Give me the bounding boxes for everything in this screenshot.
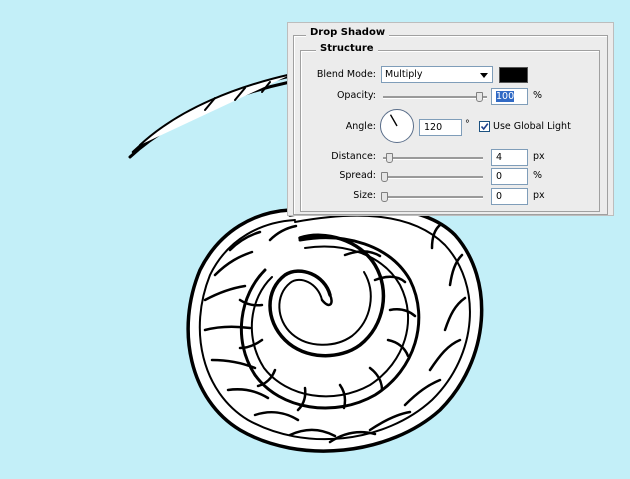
shadow-color-swatch[interactable]: [499, 67, 528, 83]
blend-mode-select[interactable]: Multiply: [381, 66, 493, 83]
structure-section-title: Structure: [316, 43, 378, 54]
angle-dial[interactable]: [380, 109, 414, 143]
blend-mode-label: Blend Mode:: [316, 69, 376, 80]
size-unit: px: [533, 190, 545, 201]
drop-shadow-group-title: Drop Shadow: [306, 27, 390, 38]
opacity-slider-track[interactable]: [383, 96, 487, 99]
size-slider-thumb[interactable]: [381, 192, 388, 202]
distance-input[interactable]: 4: [491, 149, 528, 166]
distance-slider-track[interactable]: [383, 157, 483, 160]
use-global-light-label[interactable]: Use Global Light: [493, 121, 571, 132]
checkmark-icon: [480, 123, 489, 131]
distance-unit: px: [533, 151, 545, 162]
size-label: Size:: [353, 190, 376, 201]
distance-slider-thumb[interactable]: [386, 153, 393, 163]
angle-unit: °: [465, 119, 470, 130]
spread-slider-track[interactable]: [383, 176, 483, 179]
distance-label: Distance:: [331, 151, 376, 162]
angle-dial-needle: [389, 114, 398, 127]
opacity-label: Opacity:: [336, 90, 376, 101]
opacity-slider-thumb[interactable]: [476, 92, 483, 102]
opacity-value: 100: [496, 91, 515, 102]
blend-mode-value: Multiply: [385, 69, 423, 80]
angle-label: Angle:: [345, 121, 376, 132]
spread-label: Spread:: [339, 170, 376, 181]
chevron-down-icon: [480, 73, 488, 78]
spread-value: 0: [496, 171, 503, 182]
size-slider-track[interactable]: [383, 196, 483, 199]
distance-value: 4: [496, 152, 503, 163]
use-global-light-checkbox[interactable]: [479, 121, 490, 132]
spread-unit: %: [533, 170, 543, 181]
spread-slider-thumb[interactable]: [381, 172, 388, 182]
opacity-input[interactable]: 100: [491, 88, 528, 105]
angle-value: 120: [424, 122, 443, 133]
spread-input[interactable]: 0: [491, 168, 528, 185]
size-input[interactable]: 0: [491, 188, 528, 205]
angle-input[interactable]: 120: [419, 119, 462, 136]
size-value: 0: [496, 191, 503, 202]
opacity-unit: %: [533, 90, 543, 101]
drop-shadow-panel: Drop Shadow Structure Blend Mode: Multip…: [287, 22, 614, 216]
